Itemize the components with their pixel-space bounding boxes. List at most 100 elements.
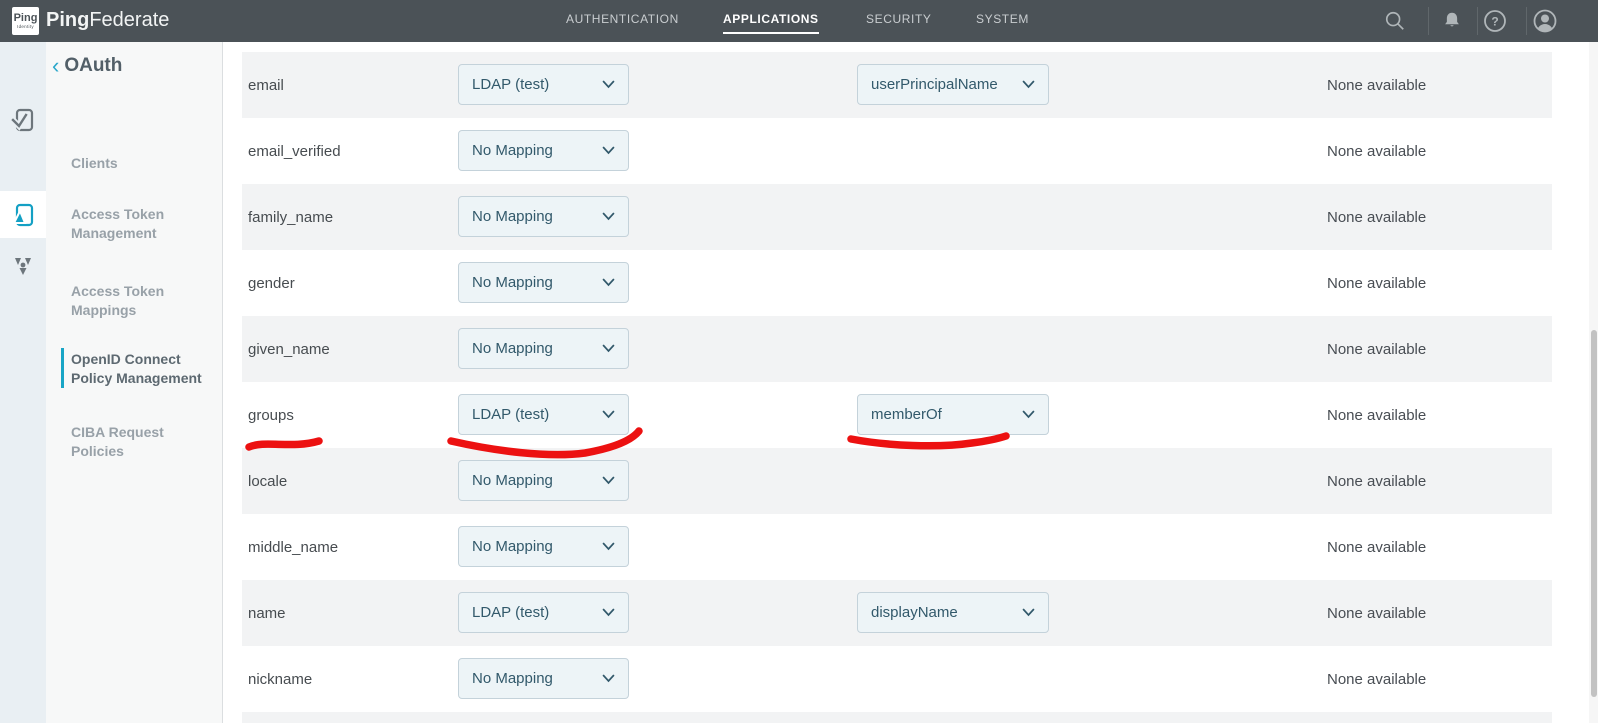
table-row-name: name LDAP (test) displayName None available xyxy=(242,580,1552,646)
extended-attributes-status: None available xyxy=(1327,382,1426,448)
source-dropdown-gender[interactable]: No Mapping xyxy=(458,262,629,303)
chevron-down-icon xyxy=(602,476,615,485)
value-dropdown-email[interactable]: userPrincipalName xyxy=(857,64,1049,105)
top-bar: Ping Identity PingFederate AUTHENTICATIO… xyxy=(0,0,1598,42)
notifications-icon[interactable] xyxy=(1439,8,1465,34)
dropdown-selected-value: displayName xyxy=(871,604,958,621)
dropdown-selected-value: userPrincipalName xyxy=(871,76,998,93)
extended-attributes-status: None available xyxy=(1327,514,1426,580)
table-row-given-name: given_name No Mapping None available xyxy=(242,316,1552,382)
dropdown-selected-value: LDAP (test) xyxy=(472,604,549,621)
nav-item-applications[interactable]: APPLICATIONS xyxy=(723,12,819,34)
table-row-locale: locale No Mapping None available xyxy=(242,448,1552,514)
table-row-middle-name: middle_name No Mapping None available xyxy=(242,514,1552,580)
extended-attributes-status: None available xyxy=(1327,316,1426,382)
search-icon[interactable] xyxy=(1382,8,1408,34)
table-row-gender: gender No Mapping None available xyxy=(242,250,1552,316)
sidebar-item-access-token-mappings[interactable]: Access Token Mappings xyxy=(71,282,211,320)
chevron-down-icon xyxy=(1022,608,1035,617)
attribute-name: nickname xyxy=(248,646,312,712)
sidebar-item-ciba-request-policies[interactable]: CIBA Request Policies xyxy=(71,423,211,461)
source-dropdown-given-name[interactable]: No Mapping xyxy=(458,328,629,369)
sidebar-item-access-token-management[interactable]: Access Token Management xyxy=(71,205,211,243)
sidebar-section-title: OAuth xyxy=(64,55,122,77)
logo-subtext: Identity xyxy=(17,24,34,29)
help-icon[interactable]: ? xyxy=(1482,8,1508,34)
extended-attributes-status: None available xyxy=(1327,52,1426,118)
logo-text: Ping xyxy=(14,13,38,24)
attribute-name: name xyxy=(248,580,286,646)
table-row-partial xyxy=(242,712,1552,723)
source-dropdown-groups[interactable]: LDAP (test) xyxy=(458,394,629,435)
nav-item-security[interactable]: SECURITY xyxy=(866,12,931,32)
attribute-name: email_verified xyxy=(248,118,341,184)
vertical-scrollbar-thumb[interactable] xyxy=(1591,330,1597,697)
dropdown-selected-value: No Mapping xyxy=(472,208,553,225)
source-dropdown-middle-name[interactable]: No Mapping xyxy=(458,526,629,567)
table-row-groups: groupsLDAP (test)memberOfNone available xyxy=(242,382,1552,448)
extended-attributes-status: None available xyxy=(1327,646,1426,712)
source-dropdown-name[interactable]: LDAP (test) xyxy=(458,592,629,633)
source-dropdown-email-verified[interactable]: No Mapping xyxy=(458,130,629,171)
table-row-email: email LDAP (test) userPrincipalName None av… xyxy=(242,52,1552,118)
chevron-down-icon xyxy=(602,278,615,287)
access-token-icon[interactable] xyxy=(0,191,46,238)
chevron-down-icon xyxy=(602,146,615,155)
oauth-back-link[interactable]: ‹ OAuth xyxy=(52,55,122,77)
nav-item-authentication[interactable]: AUTHENTICATION xyxy=(566,12,679,32)
divider xyxy=(1526,7,1527,35)
sidebar-item-clients[interactable]: Clients xyxy=(71,154,211,173)
chevron-down-icon xyxy=(1022,410,1035,419)
chevron-down-icon xyxy=(602,410,615,419)
source-dropdown-email[interactable]: LDAP (test) xyxy=(458,64,629,105)
sidebar-item-openid-connect-policy-management[interactable]: OpenID Connect Policy Management xyxy=(71,350,211,388)
table-row-family-name: family_name No Mapping None available xyxy=(242,184,1552,250)
account-icon[interactable] xyxy=(1532,8,1558,34)
product-title: PingFederate xyxy=(46,9,169,32)
dropdown-selected-value: memberOf xyxy=(871,406,942,423)
chevron-down-icon xyxy=(602,674,615,683)
attribute-name: given_name xyxy=(248,316,330,382)
attribute-name: locale xyxy=(248,448,287,514)
extended-attributes-status: None available xyxy=(1327,250,1426,316)
value-dropdown-groups[interactable]: memberOf xyxy=(857,394,1049,435)
vertical-scrollbar-track xyxy=(1589,42,1598,723)
divider xyxy=(1428,7,1429,35)
dropdown-selected-value: No Mapping xyxy=(472,538,553,555)
sidebar-icon-rail xyxy=(0,42,46,723)
nav-item-system[interactable]: SYSTEM xyxy=(976,12,1029,32)
chevron-left-icon: ‹ xyxy=(52,55,59,77)
dropdown-selected-value: No Mapping xyxy=(472,340,553,357)
clients-icon[interactable] xyxy=(0,96,46,143)
attribute-name: family_name xyxy=(248,184,333,250)
dropdown-selected-value: No Mapping xyxy=(472,472,553,489)
dropdown-selected-value: LDAP (test) xyxy=(472,76,549,93)
divider xyxy=(1477,7,1478,35)
pingfederate-app: Ping Identity PingFederate AUTHENTICATIO… xyxy=(0,0,1598,723)
value-dropdown-name[interactable]: displayName xyxy=(857,592,1049,633)
extended-attributes-status: None available xyxy=(1327,580,1426,646)
extended-attributes-status: None available xyxy=(1327,118,1426,184)
extended-attributes-status: None available xyxy=(1327,448,1426,514)
attribute-name: email xyxy=(248,52,284,118)
policy-icon[interactable] xyxy=(0,242,46,289)
extended-attributes-status: None available xyxy=(1327,184,1426,250)
source-dropdown-nickname[interactable]: No Mapping xyxy=(458,658,629,699)
chevron-down-icon xyxy=(1022,80,1035,89)
chevron-down-icon xyxy=(602,542,615,551)
chevron-down-icon xyxy=(602,212,615,221)
attribute-mapping-table: email LDAP (test) userPrincipalName None av… xyxy=(224,42,1598,723)
attribute-name: middle_name xyxy=(248,514,338,580)
svg-text:?: ? xyxy=(1491,15,1498,29)
table-row-email-verified: email_verified No Mapping None available xyxy=(242,118,1552,184)
source-dropdown-family-name[interactable]: No Mapping xyxy=(458,196,629,237)
dropdown-selected-value: No Mapping xyxy=(472,142,553,159)
table-row-nickname: nickname No Mapping None available xyxy=(242,646,1552,712)
source-dropdown-locale[interactable]: No Mapping xyxy=(458,460,629,501)
ping-identity-logo[interactable]: Ping Identity xyxy=(12,7,39,35)
dropdown-selected-value: No Mapping xyxy=(472,274,553,291)
chevron-down-icon xyxy=(602,80,615,89)
chevron-down-icon xyxy=(602,608,615,617)
dropdown-selected-value: LDAP (test) xyxy=(472,406,549,423)
attribute-name: gender xyxy=(248,250,295,316)
